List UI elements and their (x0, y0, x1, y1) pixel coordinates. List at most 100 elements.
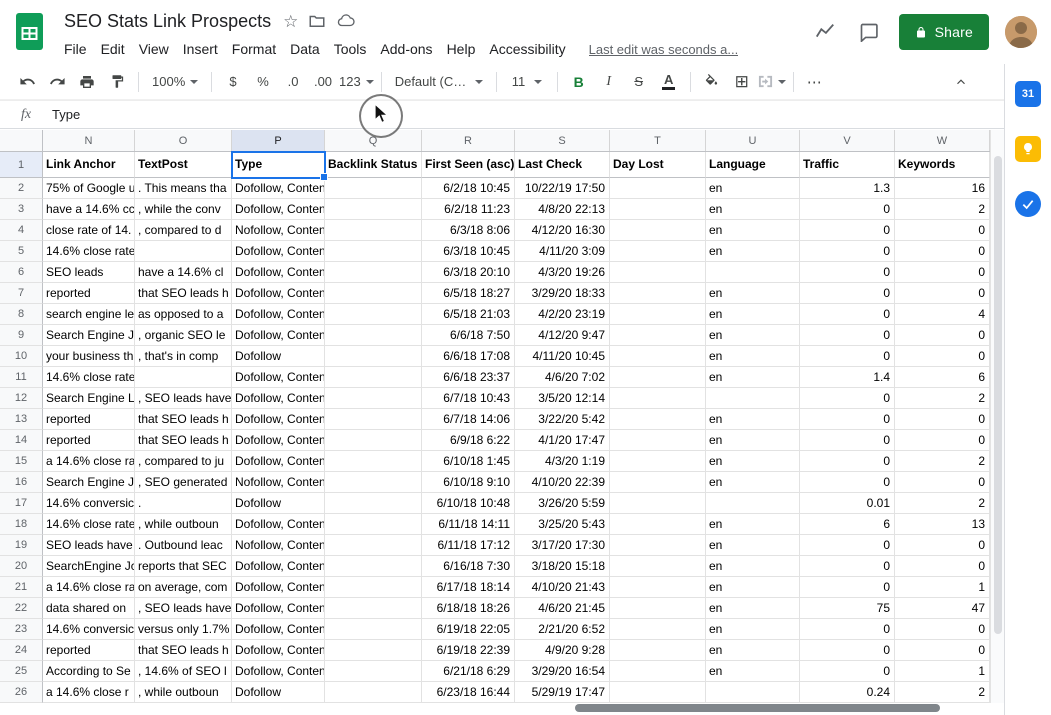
cell-V26[interactable]: 0.24 (800, 682, 895, 703)
row-number-21[interactable]: 21 (0, 577, 43, 598)
column-header-P[interactable]: P (232, 130, 325, 151)
row-number-4[interactable]: 4 (0, 220, 43, 241)
cell-T15[interactable] (610, 451, 706, 472)
column-header-U[interactable]: U (706, 130, 800, 151)
redo-button[interactable] (43, 68, 71, 96)
row-number-22[interactable]: 22 (0, 598, 43, 619)
cell-S20[interactable]: 3/18/20 15:18 (515, 556, 610, 577)
row-number-10[interactable]: 10 (0, 346, 43, 367)
cell-U25[interactable]: en (706, 661, 800, 682)
cell-R14[interactable]: 6/9/18 6:22 (422, 430, 515, 451)
row-number-5[interactable]: 5 (0, 241, 43, 262)
cell-Q22[interactable] (325, 598, 422, 619)
cell-T24[interactable] (610, 640, 706, 661)
cell-R1[interactable]: First Seen (asc) (422, 152, 515, 178)
cell-P6[interactable]: Dofollow, Content (232, 262, 325, 283)
cell-Q23[interactable] (325, 619, 422, 640)
cell-R8[interactable]: 6/5/18 21:03 (422, 304, 515, 325)
cell-W13[interactable]: 0 (895, 409, 990, 430)
row-number-26[interactable]: 26 (0, 682, 43, 703)
cell-P2[interactable]: Dofollow, Content (232, 178, 325, 199)
cell-P14[interactable]: Dofollow, Content (232, 430, 325, 451)
cell-V3[interactable]: 0 (800, 199, 895, 220)
cell-O16[interactable]: , SEO generated (135, 472, 232, 493)
cell-O10[interactable]: , that's in comp (135, 346, 232, 367)
cell-O25[interactable]: , 14.6% of SEO l (135, 661, 232, 682)
cell-N26[interactable]: a 14.6% close r (43, 682, 135, 703)
cell-W23[interactable]: 0 (895, 619, 990, 640)
cell-W18[interactable]: 13 (895, 514, 990, 535)
share-button[interactable]: Share (899, 14, 989, 50)
cell-T21[interactable] (610, 577, 706, 598)
cell-T8[interactable] (610, 304, 706, 325)
fill-color-button[interactable] (698, 68, 726, 96)
select-all-corner[interactable] (0, 130, 43, 151)
cell-Q5[interactable] (325, 241, 422, 262)
cell-N15[interactable]: a 14.6% close ra (43, 451, 135, 472)
cell-S25[interactable]: 3/29/20 16:54 (515, 661, 610, 682)
cell-N9[interactable]: Search Engine J (43, 325, 135, 346)
cell-T19[interactable] (610, 535, 706, 556)
cell-R22[interactable]: 6/18/18 18:26 (422, 598, 515, 619)
cell-U23[interactable]: en (706, 619, 800, 640)
collapse-toolbar-button[interactable] (947, 68, 975, 96)
cell-N24[interactable]: reported (43, 640, 135, 661)
cell-S23[interactable]: 2/21/20 6:52 (515, 619, 610, 640)
cell-P10[interactable]: Dofollow (232, 346, 325, 367)
cell-O21[interactable]: on average, com (135, 577, 232, 598)
cell-W3[interactable]: 2 (895, 199, 990, 220)
cell-N13[interactable]: reported (43, 409, 135, 430)
more-toolbar-button[interactable]: ⋯ (801, 68, 829, 96)
cell-R3[interactable]: 6/2/18 11:23 (422, 199, 515, 220)
row-number-6[interactable]: 6 (0, 262, 43, 283)
cell-W11[interactable]: 6 (895, 367, 990, 388)
cell-T10[interactable] (610, 346, 706, 367)
cell-P15[interactable]: Dofollow, Content (232, 451, 325, 472)
zoom-selector[interactable]: 100% (146, 68, 204, 96)
cell-Q2[interactable] (325, 178, 422, 199)
cell-P24[interactable]: Dofollow, Content (232, 640, 325, 661)
cell-N3[interactable]: have a 14.6% cc (43, 199, 135, 220)
percent-format-button[interactable]: % (249, 68, 277, 96)
strikethrough-button[interactable]: S (625, 68, 653, 96)
decrease-decimal-button[interactable]: .0 (279, 68, 307, 96)
cell-W7[interactable]: 0 (895, 283, 990, 304)
column-header-N[interactable]: N (43, 130, 135, 151)
cell-U18[interactable]: en (706, 514, 800, 535)
keep-icon[interactable] (1015, 136, 1041, 162)
cell-P3[interactable]: Dofollow, Content (232, 199, 325, 220)
cell-N14[interactable]: reported (43, 430, 135, 451)
cell-P1[interactable]: Type (232, 152, 325, 178)
cell-O9[interactable]: , organic SEO le (135, 325, 232, 346)
menu-item-format[interactable]: Format (225, 39, 283, 59)
cell-R19[interactable]: 6/11/18 17:12 (422, 535, 515, 556)
cell-N11[interactable]: 14.6% close rate (43, 367, 135, 388)
cell-O17[interactable]: . (135, 493, 232, 514)
cell-P23[interactable]: Dofollow, Content (232, 619, 325, 640)
cell-P20[interactable]: Dofollow, Content (232, 556, 325, 577)
cell-S12[interactable]: 3/5/20 12:14 (515, 388, 610, 409)
cell-S16[interactable]: 4/10/20 22:39 (515, 472, 610, 493)
cell-N16[interactable]: Search Engine J (43, 472, 135, 493)
cell-Q13[interactable] (325, 409, 422, 430)
row-number-18[interactable]: 18 (0, 514, 43, 535)
cell-V5[interactable]: 0 (800, 241, 895, 262)
cell-Q18[interactable] (325, 514, 422, 535)
row-number-2[interactable]: 2 (0, 178, 43, 199)
cell-V15[interactable]: 0 (800, 451, 895, 472)
cell-S21[interactable]: 4/10/20 21:43 (515, 577, 610, 598)
cell-W2[interactable]: 16 (895, 178, 990, 199)
cell-S1[interactable]: Last Check (515, 152, 610, 178)
cell-T16[interactable] (610, 472, 706, 493)
cell-Q3[interactable] (325, 199, 422, 220)
cell-U11[interactable]: en (706, 367, 800, 388)
cell-T11[interactable] (610, 367, 706, 388)
row-number-3[interactable]: 3 (0, 199, 43, 220)
cell-W14[interactable]: 0 (895, 430, 990, 451)
cell-O12[interactable]: , SEO leads have (135, 388, 232, 409)
row-number-25[interactable]: 25 (0, 661, 43, 682)
cell-O3[interactable]: , while the conv (135, 199, 232, 220)
bold-button[interactable]: B (565, 68, 593, 96)
cell-R13[interactable]: 6/7/18 14:06 (422, 409, 515, 430)
cell-Q26[interactable] (325, 682, 422, 703)
